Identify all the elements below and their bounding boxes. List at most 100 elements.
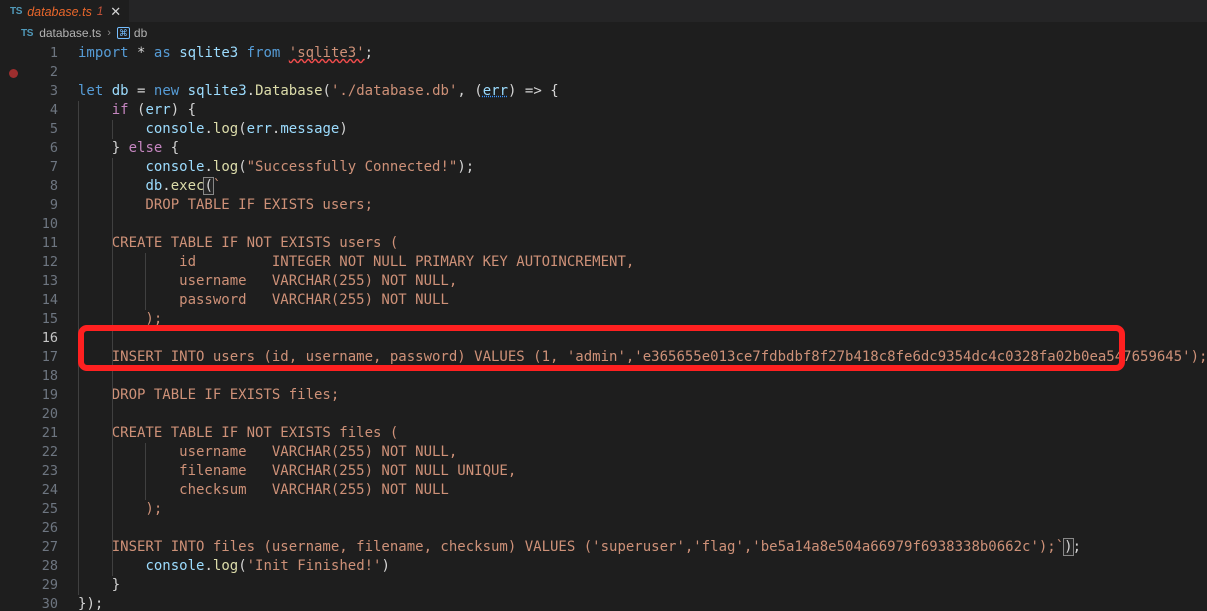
glyph-margin[interactable]	[0, 44, 28, 63]
indent-guide	[78, 500, 79, 519]
glyph-margin[interactable]	[0, 139, 28, 158]
code-line-text: CREATE TABLE IF NOT EXISTS users (	[78, 234, 399, 253]
glyph-margin[interactable]	[0, 443, 28, 462]
code-line[interactable]: 4 if (err) {	[0, 101, 1207, 120]
code-line[interactable]: 14 password VARCHAR(255) NOT NULL	[0, 291, 1207, 310]
code-line-text: checksum VARCHAR(255) NOT NULL	[78, 481, 449, 500]
glyph-margin[interactable]	[0, 158, 28, 177]
glyph-margin[interactable]	[0, 538, 28, 557]
glyph-margin[interactable]	[0, 272, 28, 291]
glyph-margin[interactable]	[0, 291, 28, 310]
code-line[interactable]: 3 let db = new sqlite3.Database('./databa…	[0, 82, 1207, 101]
glyph-margin[interactable]	[0, 405, 28, 424]
code-line[interactable]: 28 console.log('Init Finished!')	[0, 557, 1207, 576]
close-icon[interactable]: ✕	[110, 5, 121, 18]
code-line[interactable]: 16	[0, 329, 1207, 349]
code-line[interactable]: 1 import * as sqlite3 from 'sqlite3';	[0, 44, 1207, 63]
gutter-gap	[58, 367, 78, 386]
breadcrumb-symbol[interactable]: db	[134, 26, 147, 40]
typescript-file-icon: TS	[21, 27, 34, 39]
code-line-text: username VARCHAR(255) NOT NULL,	[78, 443, 458, 462]
code-line[interactable]: 6 } else {	[0, 139, 1207, 158]
glyph-margin[interactable]	[0, 177, 28, 196]
code-line[interactable]: 30});	[0, 595, 1207, 611]
indent-guide	[111, 519, 113, 538]
code-line-text: INSERT INTO files (username, filename, c…	[78, 538, 1082, 557]
glyph-margin[interactable]	[0, 82, 28, 101]
breakpoint-glyph[interactable]	[0, 63, 28, 82]
gutter-gap	[58, 348, 78, 367]
tab-problem-count-badge: 1	[96, 5, 104, 18]
gutter-gap	[58, 443, 78, 462]
glyph-margin[interactable]	[0, 101, 28, 120]
glyph-margin[interactable]	[0, 367, 28, 386]
glyph-margin[interactable]	[0, 120, 28, 139]
code-line[interactable]: 10	[0, 215, 1207, 234]
indent-guide	[111, 196, 113, 215]
breadcrumb-file[interactable]: database.ts	[39, 26, 101, 40]
code-line[interactable]: 13 username VARCHAR(255) NOT NULL,	[0, 272, 1207, 291]
gutter-gap	[58, 120, 78, 139]
gutter-gap	[58, 272, 78, 291]
glyph-margin[interactable]	[0, 253, 28, 272]
breakpoint-icon[interactable]	[9, 69, 18, 78]
glyph-margin[interactable]	[0, 519, 28, 538]
glyph-margin[interactable]	[0, 310, 28, 329]
tab-database-ts[interactable]: TS database.ts 1 ✕	[0, 0, 130, 22]
gutter-gap	[58, 139, 78, 158]
code-line[interactable]: 23 filename VARCHAR(255) NOT NULL UNIQUE…	[0, 462, 1207, 481]
glyph-margin[interactable]	[0, 196, 28, 215]
code-line[interactable]: 26	[0, 519, 1207, 538]
code-line[interactable]: 19 DROP TABLE IF EXISTS files;	[0, 386, 1207, 405]
code-line[interactable]: 27 INSERT INTO files (username, filename…	[0, 538, 1207, 557]
glyph-margin[interactable]	[0, 234, 28, 253]
indent-guide	[111, 234, 113, 253]
glyph-margin[interactable]	[0, 557, 28, 576]
code-lines[interactable]: 1 import * as sqlite3 from 'sqlite3'; 2 3 le…	[0, 44, 1207, 611]
indent-guide	[78, 367, 79, 386]
glyph-margin[interactable]	[0, 348, 28, 367]
code-line[interactable]: 5 console.log(err.message)	[0, 120, 1207, 139]
code-line[interactable]: 12 id INTEGER NOT NULL PRIMARY KEY AUTOI…	[0, 253, 1207, 272]
code-line[interactable]: 18	[0, 367, 1207, 386]
indent-guide	[78, 424, 79, 443]
glyph-margin[interactable]	[0, 215, 28, 234]
code-line[interactable]: 20	[0, 405, 1207, 424]
code-line[interactable]: 17 INSERT INTO users (id, username, pass…	[0, 348, 1207, 367]
indent-guide	[78, 215, 79, 234]
indent-guide	[78, 386, 79, 405]
code-editor[interactable]: 1 import * as sqlite3 from 'sqlite3'; 2 3 le…	[0, 44, 1207, 611]
chevron-right-icon: ›	[107, 27, 111, 39]
gutter-gap	[58, 462, 78, 481]
gutter-gap	[58, 101, 78, 120]
gutter-gap	[58, 63, 78, 82]
glyph-margin[interactable]	[0, 386, 28, 405]
indent-guide	[78, 557, 79, 576]
glyph-margin[interactable]	[0, 576, 28, 595]
code-line[interactable]: 11 CREATE TABLE IF NOT EXISTS users (	[0, 234, 1207, 253]
glyph-margin[interactable]	[0, 329, 28, 348]
code-line[interactable]: 8 db.exec(`	[0, 177, 1207, 196]
glyph-margin[interactable]	[0, 462, 28, 481]
line-number: 30	[41, 596, 58, 611]
glyph-margin[interactable]	[0, 424, 28, 443]
code-line[interactable]: 29 }	[0, 576, 1207, 595]
gutter-gap	[58, 500, 78, 519]
gutter-gap	[58, 481, 78, 500]
code-line[interactable]: 9 DROP TABLE IF EXISTS users;	[0, 196, 1207, 215]
line-number: 21	[41, 425, 58, 441]
glyph-margin[interactable]	[0, 595, 28, 611]
code-line[interactable]: 22 username VARCHAR(255) NOT NULL,	[0, 443, 1207, 462]
code-line[interactable]: 21 CREATE TABLE IF NOT EXISTS files (	[0, 424, 1207, 443]
code-line[interactable]: 25 );	[0, 500, 1207, 519]
glyph-margin[interactable]	[0, 481, 28, 500]
code-line-text: console.log("Successfully Connected!");	[78, 158, 1207, 177]
code-line[interactable]: 24 checksum VARCHAR(255) NOT NULL	[0, 481, 1207, 500]
gutter-gap	[58, 234, 78, 253]
code-line[interactable]: 2	[0, 63, 1207, 82]
code-line[interactable]: 7 console.log("Successfully Connected!")…	[0, 158, 1207, 177]
code-line[interactable]: 15 );	[0, 310, 1207, 329]
gutter-gap	[58, 291, 78, 310]
glyph-margin[interactable]	[0, 500, 28, 519]
indent-guide	[78, 158, 79, 177]
